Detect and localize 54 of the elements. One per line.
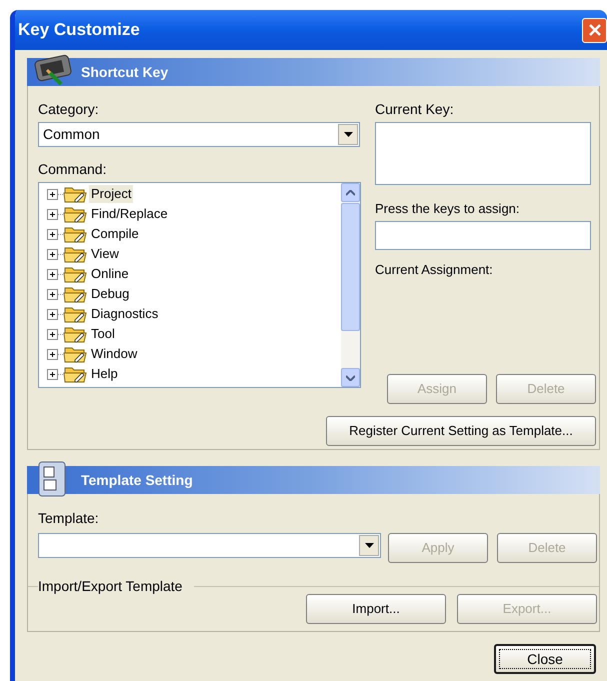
tree-item[interactable]: Find/Replace	[89, 205, 170, 223]
folder-icon	[63, 345, 87, 363]
expand-icon[interactable]	[47, 348, 58, 360]
field-label: Template:	[38, 509, 99, 528]
folder-icon	[63, 245, 87, 263]
folder-icon	[63, 305, 87, 323]
expand-icon[interactable]	[47, 328, 58, 340]
scrollbar[interactable]	[341, 183, 360, 387]
expand-icon[interactable]	[47, 268, 58, 280]
folder-icon	[63, 265, 87, 283]
folder-icon	[63, 325, 87, 343]
folder-icon	[63, 365, 87, 383]
expand-icon[interactable]	[47, 368, 58, 380]
scroll-up-icon[interactable]	[346, 190, 355, 196]
tree-item[interactable]: Debug	[89, 285, 132, 303]
command-tree[interactable]: Project Find/Replace Compile View Online Debug Diagnostics Tool Window Help	[38, 182, 361, 388]
current-key-field[interactable]	[375, 122, 591, 185]
register-template-button[interactable]: Register Current Setting as Template...	[326, 416, 596, 446]
expand-icon[interactable]	[47, 188, 58, 200]
dropdown-arrow-icon	[344, 132, 352, 137]
template-dropdown[interactable]	[38, 533, 381, 558]
tree-item[interactable]: Tool	[89, 325, 117, 343]
dropdown-arrow-icon	[364, 543, 374, 548]
scroll-down-icon[interactable]	[346, 374, 355, 380]
window-title: Key Customize	[18, 19, 140, 42]
tree-item[interactable]: Window	[89, 345, 140, 363]
expand-icon[interactable]	[47, 208, 58, 220]
folder-icon	[63, 205, 87, 223]
key-input-field[interactable]	[375, 220, 591, 250]
expand-icon[interactable]	[47, 308, 58, 320]
expand-icon[interactable]	[47, 248, 58, 260]
tree-item[interactable]: Project	[89, 185, 134, 203]
tree-item[interactable]: View	[89, 245, 121, 263]
close-icon[interactable]	[582, 18, 607, 42]
combo-value: Common	[43, 126, 100, 142]
folder-icon	[63, 185, 87, 203]
action-button[interactable]: Import...	[306, 594, 446, 624]
tree-item[interactable]: Diagnostics	[89, 305, 160, 323]
field-label: Category:	[38, 100, 100, 119]
field-label: Press the keys to assign:	[375, 200, 521, 218]
folder-icon	[63, 225, 87, 243]
folder-icon	[63, 285, 87, 303]
section-title: Template Setting	[81, 470, 193, 490]
expand-icon[interactable]	[47, 228, 58, 240]
close-button[interactable]: Close	[494, 644, 596, 674]
tree-item[interactable]: Help	[89, 365, 120, 383]
field-label: Current Assignment:	[375, 260, 494, 279]
expand-icon[interactable]	[47, 288, 58, 300]
section-title: Shortcut Key	[81, 62, 168, 82]
field-label: Command:	[38, 160, 108, 179]
field-label: Current Key:	[375, 100, 455, 119]
tree-item[interactable]: Compile	[89, 225, 141, 243]
category-dropdown[interactable]: Common	[38, 122, 360, 147]
tree-item[interactable]: Online	[89, 265, 131, 283]
